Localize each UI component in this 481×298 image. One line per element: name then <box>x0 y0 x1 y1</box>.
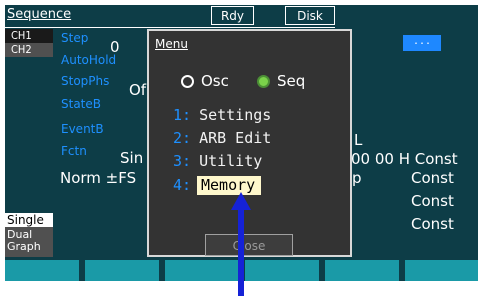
rdy-indicator: Rdy <box>211 6 254 25</box>
param-stopphs-label: StopPhs <box>61 74 110 88</box>
menu-item-number: 4: <box>173 176 192 194</box>
menu-item-label: Utility <box>199 152 263 170</box>
channel-2-tab[interactable]: CH2 <box>5 43 53 57</box>
radio-on-icon <box>257 74 270 88</box>
single-view-button[interactable]: Single <box>5 213 53 227</box>
param-fctn-value: Sin <box>120 149 144 167</box>
right-row2-value: Const <box>411 169 454 187</box>
param-eventb-label: EventB <box>61 122 104 136</box>
menu-title: Menu <box>155 37 188 51</box>
radio-seq-label: Seq <box>277 72 306 90</box>
menu-item-memory-number-row: 4: <box>173 176 191 194</box>
softkey-1[interactable] <box>5 260 79 281</box>
softkey-2[interactable] <box>85 260 159 281</box>
disk-indicator: Disk <box>285 6 335 25</box>
softkey-3[interactable] <box>165 260 239 281</box>
menu-item-number: 3: <box>173 152 192 170</box>
right-row1-value: 00 00 H Const <box>351 150 458 168</box>
menu-item-utility[interactable]: 3: Utility <box>173 152 262 170</box>
right-row2-left: p <box>352 169 362 187</box>
right-row3-value: Const <box>411 192 454 210</box>
dual-graph-button[interactable]: Dual Graph <box>5 227 53 257</box>
pointer-arrow-icon <box>231 192 251 296</box>
menu-item-arb-edit[interactable]: 2: ARB Edit <box>173 129 271 147</box>
menu-item-label: Settings <box>199 106 272 124</box>
top-bar: Sequence Rdy Disk <box>5 5 478 27</box>
menu-item-number: 1: <box>173 106 192 124</box>
param-stopphs-value: Of <box>129 81 147 99</box>
graph-label: Graph <box>7 240 41 253</box>
softkey-4[interactable] <box>245 260 319 281</box>
param-stateb-label: StateB <box>61 97 101 111</box>
right-top-value: L <box>354 131 363 149</box>
right-row4-value: Const <box>411 215 454 233</box>
title-divider <box>5 27 335 28</box>
softkey-5[interactable] <box>325 260 399 281</box>
menu-item-settings[interactable]: 1: Settings <box>173 106 271 124</box>
param-autohold-label: AutoHold <box>61 53 117 67</box>
menu-item-number: 2: <box>173 129 192 147</box>
mode-title: Sequence <box>7 7 72 22</box>
radio-osc-label: Osc <box>201 72 229 90</box>
radio-seq-option[interactable]: Seq <box>257 72 305 90</box>
param-fctn-label: Fctn <box>61 144 87 158</box>
param-step-label: Step <box>61 31 89 45</box>
radio-off-icon <box>181 74 194 88</box>
blue-marker: ... <box>403 35 441 51</box>
param-norm-value: Norm ±FS <box>60 169 137 187</box>
softkey-6[interactable] <box>405 260 478 281</box>
menu-item-label: ARB Edit <box>199 129 272 147</box>
channel-1-tab[interactable]: CH1 <box>5 29 53 43</box>
radio-osc-option[interactable]: Osc <box>181 72 229 90</box>
